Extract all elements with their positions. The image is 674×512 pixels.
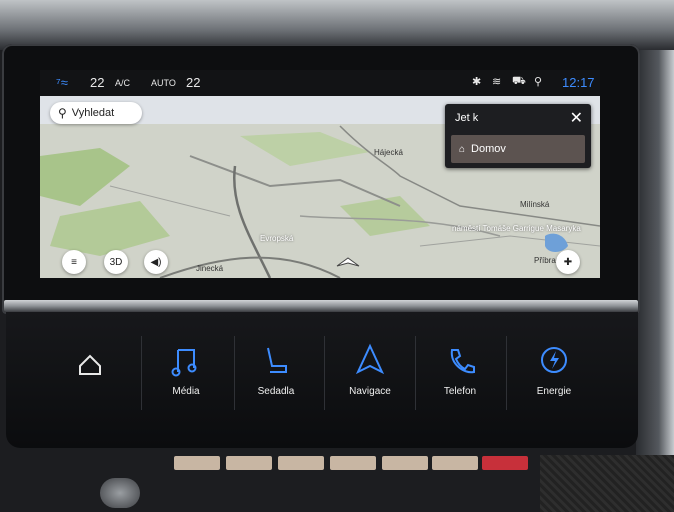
switch[interactable]	[382, 456, 428, 470]
energy-bolt-icon	[541, 347, 567, 373]
physical-switch-row	[174, 456, 530, 470]
temp-right[interactable]: 22	[186, 75, 200, 90]
infotainment-screen: ⁷≈ 22 A/C AUTO 22 ✱ ≋ ⛟ ⚲ 12:17 ⚲ Vyhled…	[40, 70, 600, 278]
phone-button[interactable]: Telefon	[414, 332, 506, 422]
status-bar: ⁷≈ 22 A/C AUTO 22 ✱ ≋ ⛟ ⚲ 12:17	[40, 70, 600, 96]
bluetooth-icon: ✱	[472, 76, 482, 88]
navigation-button[interactable]: Navigace	[324, 332, 416, 422]
search-button[interactable]: ⚲ Vyhledat	[50, 102, 142, 124]
speaker-icon: ◀)	[150, 256, 162, 268]
seats-label: Sedadla	[257, 386, 295, 397]
car-connect-icon: ⛟	[512, 75, 526, 87]
goto-home-item[interactable]: ⌂ Domov	[451, 135, 585, 163]
divider	[506, 336, 507, 410]
seat-icon	[267, 347, 287, 373]
switch[interactable]	[330, 456, 376, 470]
seats-button[interactable]: Sedadla	[230, 332, 322, 422]
chrome-trim	[4, 300, 638, 312]
music-note-icon	[171, 349, 197, 377]
energy-label: Energie	[536, 386, 572, 397]
hazard-switch[interactable]	[482, 456, 528, 470]
close-icon[interactable]: ✕	[570, 108, 583, 128]
home-button[interactable]	[44, 332, 136, 422]
charging-poi-icon: ✚	[563, 256, 573, 268]
switch[interactable]	[226, 456, 272, 470]
goto-title: Jet k	[455, 112, 479, 124]
side-trim	[636, 50, 674, 470]
map-label-evropska: Evropská	[260, 234, 294, 243]
switch[interactable]	[278, 456, 324, 470]
map-label-jinecka: Jinecká	[196, 264, 224, 273]
fan-icon[interactable]: ⁷≈	[56, 75, 68, 90]
switch[interactable]	[432, 456, 478, 470]
phone-icon	[450, 349, 475, 374]
navigation-map[interactable]: ⚲ Vyhledat Hájecká Evropská Jinecká Milí…	[40, 96, 600, 278]
navigation-label: Navigace	[349, 386, 391, 397]
volume-knob[interactable]	[100, 478, 140, 508]
temp-left[interactable]: 22	[90, 75, 104, 90]
location-icon: ⚲	[534, 76, 543, 88]
navigation-arrow-icon	[355, 343, 385, 375]
goto-panel: Jet k ✕ ⌂ Domov	[445, 104, 591, 168]
dashboard-trim	[0, 0, 674, 50]
seat-fabric	[540, 455, 674, 512]
menu-button[interactable]: ≡	[62, 250, 86, 274]
phone-label: Telefon	[443, 386, 477, 397]
home-icon: ⌂	[459, 143, 466, 155]
energy-button[interactable]: Energie	[508, 332, 600, 422]
volume-button[interactable]: ◀)	[144, 250, 168, 274]
home-icon	[79, 354, 101, 375]
3d-button[interactable]: 3D	[104, 250, 128, 274]
media-button[interactable]: Média	[140, 332, 232, 422]
search-label: Vyhledat	[71, 107, 115, 119]
map-label-namesti: náměstí Tomáše Garrigue Masaryka	[452, 224, 581, 233]
media-label: Média	[172, 386, 200, 397]
map-label-milinska: Milínská	[520, 200, 550, 209]
menu-icon: ≡	[71, 256, 77, 268]
clock: 12:17	[562, 75, 595, 90]
ac-label[interactable]: A/C	[115, 78, 130, 88]
map-label-hajecka: Hájecká	[374, 148, 403, 157]
auto-label[interactable]: AUTO	[151, 78, 176, 88]
poi-button[interactable]: ✚	[556, 250, 580, 274]
switch[interactable]	[174, 456, 220, 470]
goto-home-label: Domov	[471, 143, 506, 155]
wifi-icon: ≋	[492, 76, 502, 88]
search-icon: ⚲	[58, 106, 67, 120]
